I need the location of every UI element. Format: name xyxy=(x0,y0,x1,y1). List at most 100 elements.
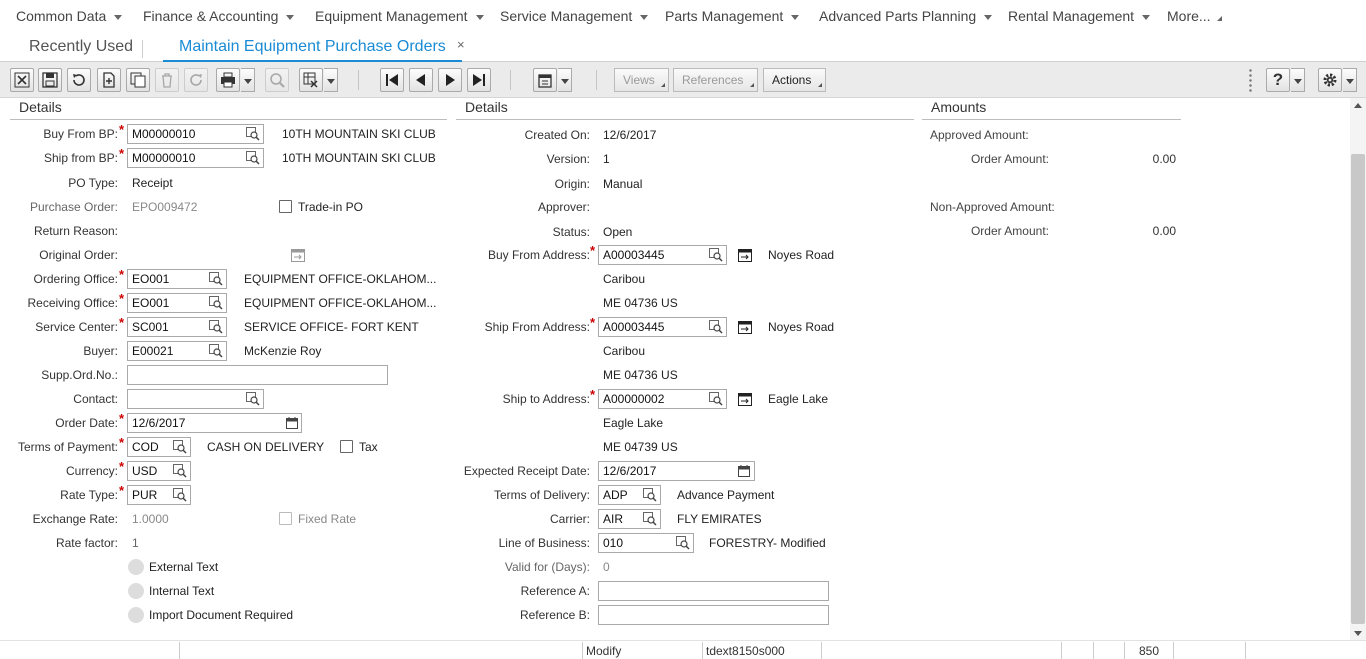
navigate-icon[interactable] xyxy=(291,249,305,262)
help-dropdown-button[interactable] xyxy=(1291,68,1305,92)
terms-of-delivery-description: Advance Payment xyxy=(677,488,775,502)
contact-label: Contact: xyxy=(73,392,118,406)
supp-ord-no-input[interactable] xyxy=(127,365,388,385)
calendar-icon[interactable] xyxy=(286,417,298,429)
service-center-description: SERVICE OFFICE- FORT KENT xyxy=(244,320,419,334)
buy-from-address-line2: Caribou xyxy=(603,272,646,286)
lookup-icon[interactable] xyxy=(246,151,260,165)
lookup-icon[interactable] xyxy=(173,464,187,478)
settings-button[interactable] xyxy=(1318,68,1342,92)
buy-from-bp-input[interactable] xyxy=(127,124,264,144)
menu-equipment-management[interactable]: Equipment Management xyxy=(315,8,484,24)
required-marker: * xyxy=(590,387,596,402)
next-record-button[interactable] xyxy=(438,68,462,92)
views-menu-button[interactable]: Views xyxy=(614,68,669,92)
copy-button[interactable] xyxy=(126,68,150,92)
menu-rental-management[interactable]: Rental Management xyxy=(1008,8,1151,24)
ship-from-address-input[interactable] xyxy=(598,317,727,337)
lookup-icon[interactable] xyxy=(246,127,260,141)
new-button[interactable] xyxy=(97,68,121,92)
tab-bar: Recently Used Maintain Equipment Purchas… xyxy=(0,32,1366,62)
ship-to-address-input[interactable] xyxy=(598,389,727,409)
lookup-icon[interactable] xyxy=(643,488,657,502)
toolbar-grip-handle[interactable] xyxy=(1249,68,1252,92)
menu-parts-management[interactable]: Parts Management xyxy=(665,8,800,24)
status-label: Status: xyxy=(552,225,590,239)
lookup-icon[interactable] xyxy=(676,536,690,550)
refresh-button[interactable] xyxy=(67,68,91,92)
lookup-icon[interactable] xyxy=(173,440,187,454)
buy-from-address-input[interactable] xyxy=(598,245,727,265)
trade-in-po-checkbox[interactable] xyxy=(279,200,292,213)
print-button[interactable] xyxy=(216,68,240,92)
help-button[interactable]: ? xyxy=(1266,68,1290,92)
lookup-icon[interactable] xyxy=(709,248,723,262)
lookup-icon[interactable] xyxy=(209,272,223,286)
references-menu-button[interactable]: References xyxy=(673,68,758,92)
lookup-icon[interactable] xyxy=(709,392,723,406)
navigate-icon[interactable] xyxy=(738,321,752,334)
actions-menu-button[interactable]: Actions xyxy=(763,68,826,92)
print-dropdown-button[interactable] xyxy=(241,68,255,92)
order-date-input[interactable] xyxy=(127,413,302,433)
required-marker: * xyxy=(119,435,125,450)
return-reason-label: Return Reason: xyxy=(33,224,118,238)
lookup-icon[interactable] xyxy=(246,392,260,406)
internal-text-indicator[interactable] xyxy=(128,583,144,599)
approved-amount-label: Approved Amount: xyxy=(930,128,1029,142)
status-mode: Modify xyxy=(586,644,622,658)
save-and-exit-button[interactable] xyxy=(10,68,34,92)
buy-from-address-line1: Noyes Road xyxy=(768,248,835,262)
delete-button[interactable] xyxy=(155,68,179,92)
purchase-order-value: EPO009472 xyxy=(132,200,198,214)
tab-maintain-equipment-purchase-orders[interactable]: Maintain Equipment Purchase Orders xyxy=(163,32,462,62)
chevron-down-icon xyxy=(640,14,649,20)
navigate-icon[interactable] xyxy=(738,393,752,406)
lookup-icon[interactable] xyxy=(709,320,723,334)
export-button[interactable] xyxy=(299,68,323,92)
service-center-label: Service Center: xyxy=(35,320,118,334)
tab-close-button[interactable]: × xyxy=(457,37,465,52)
external-text-indicator[interactable] xyxy=(128,559,144,575)
vertical-scrollbar[interactable] xyxy=(1350,98,1366,641)
fixed-rate-checkbox[interactable] xyxy=(279,512,292,525)
save-button[interactable] xyxy=(38,68,62,92)
expected-receipt-date-input[interactable] xyxy=(598,461,755,481)
required-marker: * xyxy=(119,122,125,137)
lookup-icon[interactable] xyxy=(209,344,223,358)
scrollbar-thumb[interactable] xyxy=(1351,154,1365,624)
menu-finance-accounting[interactable]: Finance & Accounting xyxy=(143,8,295,24)
find-button[interactable] xyxy=(265,68,289,92)
non-approved-order-amount-value: 0.00 xyxy=(1152,224,1176,238)
redo-button[interactable] xyxy=(184,68,208,92)
created-on-label: Created On: xyxy=(524,128,590,142)
scroll-down-icon[interactable] xyxy=(1354,631,1362,636)
first-record-button[interactable] xyxy=(380,68,404,92)
previous-record-button[interactable] xyxy=(409,68,433,92)
settings-dropdown-button[interactable] xyxy=(1343,68,1357,92)
import-document-indicator[interactable] xyxy=(128,607,144,623)
lookup-icon[interactable] xyxy=(209,320,223,334)
previous-icon xyxy=(416,74,425,86)
calendar-dropdown-button[interactable] xyxy=(558,68,572,92)
scroll-up-icon[interactable] xyxy=(1354,103,1362,108)
export-dropdown-button[interactable] xyxy=(324,68,338,92)
menu-more[interactable]: More... xyxy=(1167,8,1222,24)
navigate-icon[interactable] xyxy=(738,249,752,262)
menu-service-management[interactable]: Service Management xyxy=(500,8,649,24)
lookup-icon[interactable] xyxy=(173,488,187,502)
last-record-button[interactable] xyxy=(467,68,491,92)
contact-input[interactable] xyxy=(127,389,264,409)
menu-common-data[interactable]: Common Data xyxy=(16,8,123,24)
lookup-icon[interactable] xyxy=(643,512,657,526)
ship-from-bp-input[interactable] xyxy=(127,148,264,168)
chevron-down-icon xyxy=(286,14,295,20)
menu-advanced-parts-planning[interactable]: Advanced Parts Planning xyxy=(819,8,993,24)
calendar-button[interactable] xyxy=(533,68,557,92)
tax-checkbox[interactable] xyxy=(340,440,353,453)
calendar-icon[interactable] xyxy=(738,465,750,477)
reference-b-input[interactable] xyxy=(598,605,829,625)
reference-a-input[interactable] xyxy=(598,581,829,601)
lookup-icon[interactable] xyxy=(209,296,223,310)
tab-recently-used[interactable]: Recently Used xyxy=(29,38,133,56)
